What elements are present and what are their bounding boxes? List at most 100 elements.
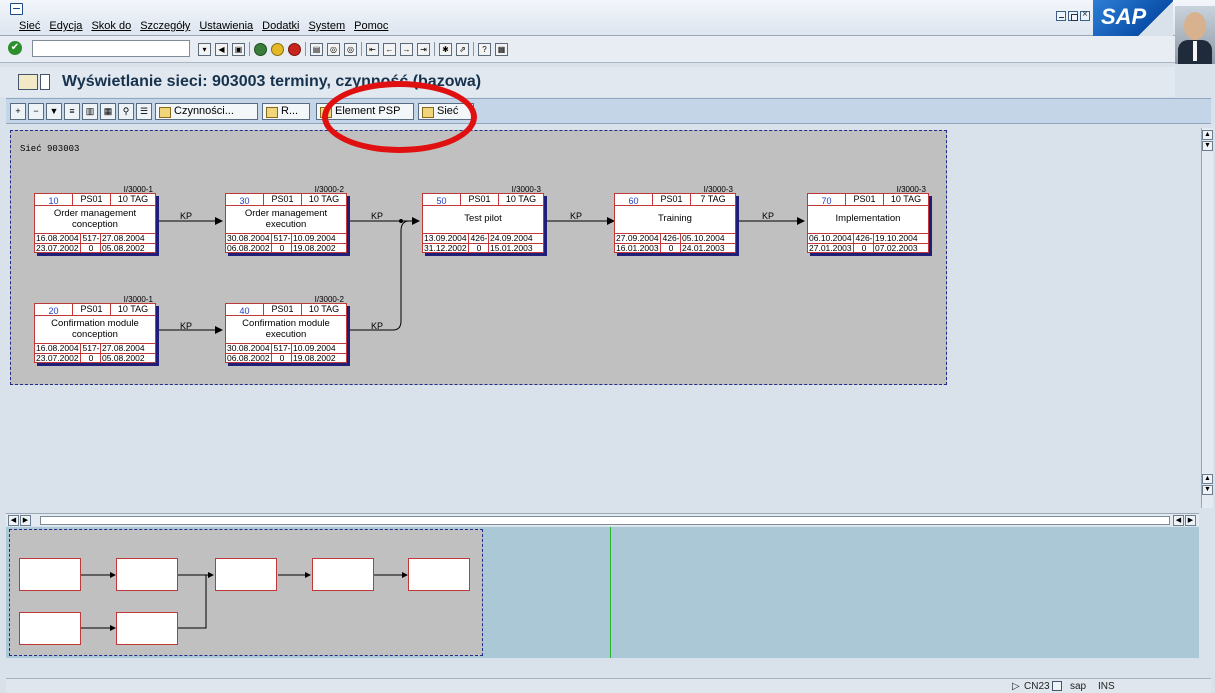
node-plant: PS01 — [846, 194, 884, 205]
horizontal-scrollbar[interactable]: ◀ ▶ ◀ ▶ — [6, 513, 1199, 526]
toolbar-separator — [434, 42, 435, 56]
activity-node[interactable]: I/3000-3 50 PS01 10 TAG Test pilot 13.09.2… — [422, 185, 544, 253]
node-date-row: 16.01.2003 0 24.01.2003 — [615, 243, 735, 253]
cancel-icon[interactable] — [288, 42, 301, 56]
window-controls — [1056, 9, 1090, 21]
link-label: KP — [371, 321, 384, 331]
back-arrow-icon[interactable]: ◀ — [215, 42, 228, 56]
first-page-icon[interactable]: ⇤ — [366, 42, 379, 56]
overview-node[interactable] — [19, 558, 81, 591]
scroll-down-icon[interactable]: ▼ — [1202, 141, 1213, 151]
activity-node[interactable]: I/3000-2 40 PS01 10 TAG Confirmation modul… — [225, 295, 347, 363]
avatar-face — [1184, 12, 1206, 40]
create-session-icon[interactable]: ✱ — [439, 42, 452, 56]
minimize-icon[interactable] — [1056, 11, 1066, 21]
next-page-icon[interactable]: → — [400, 42, 413, 56]
assign-icon[interactable]: ⚲ — [118, 103, 134, 120]
layout-icon[interactable]: ▦ — [495, 42, 508, 56]
menu-item-siec[interactable]: Sieć — [19, 20, 40, 32]
overview-icon[interactable]: ▥ — [82, 103, 98, 120]
command-field[interactable] — [32, 40, 190, 57]
overview-node[interactable] — [19, 612, 81, 645]
save-icon[interactable]: ▣ — [232, 42, 245, 56]
close-icon[interactable] — [1080, 9, 1090, 21]
node-date: 10.09.2004 — [293, 343, 336, 353]
filter-icon[interactable]: ▼ — [46, 103, 62, 120]
legend-icon[interactable]: ≡ — [64, 103, 80, 120]
menu-item-szczegoly[interactable]: Szczegóły — [140, 20, 190, 32]
activity-node[interactable]: I/3000-3 60 PS01 7 TAG Training 27.09.2004… — [614, 185, 736, 253]
zoom-out-icon[interactable]: − — [28, 103, 44, 120]
scroll-up-icon[interactable]: ▲ — [1202, 130, 1213, 140]
menu-bar: Sieć Edycja Skok do Szczegóły Ustawienia… — [0, 0, 1215, 36]
scroll-right-icon[interactable]: ▶ — [20, 515, 31, 526]
network-overview-pane[interactable] — [6, 527, 1199, 658]
menu-item-pomoc[interactable]: Pomoc — [354, 20, 388, 32]
command-dropdown-icon[interactable]: ▾ — [198, 42, 211, 56]
toolbar-separator — [473, 42, 474, 56]
sap-logo: SAP — [1093, 0, 1173, 36]
activities-button[interactable]: Czynności... — [155, 103, 258, 120]
status-expand-icon[interactable]: ▷ — [1012, 681, 1020, 692]
menu-item-system[interactable]: System — [308, 20, 345, 32]
exit-icon[interactable] — [271, 42, 284, 56]
overview-node[interactable] — [312, 558, 374, 591]
maximize-icon[interactable] — [1068, 11, 1078, 21]
find-icon[interactable]: ◎ — [327, 42, 340, 56]
scroll-track[interactable] — [40, 516, 1170, 525]
scroll-left-icon[interactable]: ◀ — [8, 515, 19, 526]
vertical-scrollbar[interactable]: ▲ ▼ ▲ ▼ — [1201, 128, 1213, 508]
r-button[interactable]: R... — [262, 103, 310, 120]
main-menu: Sieć Edycja Skok do Szczegóły Ustawienia… — [19, 20, 397, 32]
menu-item-edycja[interactable]: Edycja — [49, 20, 82, 32]
overview-node[interactable] — [215, 558, 277, 591]
document-icon[interactable] — [40, 74, 50, 90]
node-id: 50 — [423, 194, 461, 206]
node-date: 05.08.2002 — [102, 353, 145, 363]
grid-icon[interactable]: ▦ — [100, 103, 116, 120]
previous-page-icon[interactable]: ← — [383, 42, 396, 56]
wbs-element-button[interactable]: Element PSP — [316, 103, 414, 120]
network-graphic-canvas[interactable]: Sieć 903003 KP KP KP KP KP KP I/3000-1 1… — [6, 126, 1199, 512]
user-avatar — [1175, 6, 1215, 64]
page-title: Wyświetlanie sieci: 903003 terminy, czyn… — [62, 73, 482, 90]
scroll-up-icon[interactable]: ▲ — [1202, 474, 1213, 484]
activity-node[interactable]: I/3000-3 70 PS01 10 TAG Implementation 06.… — [807, 185, 929, 253]
menu-item-skok-do[interactable]: Skok do — [91, 20, 131, 32]
node-date: 27.08.2004 — [102, 343, 145, 353]
status-server-icon[interactable] — [1052, 681, 1062, 691]
scroll-right-icon[interactable]: ▶ — [1185, 515, 1196, 526]
node-date-row: 27.01.2003 0 07.02.2003 — [808, 243, 928, 253]
shortcut-icon[interactable]: ⇗ — [456, 42, 469, 56]
activity-node[interactable]: I/3000-1 10 PS01 10 TAG Order management co… — [34, 185, 156, 253]
overview-node[interactable] — [116, 612, 178, 645]
last-page-icon[interactable]: ⇥ — [417, 42, 430, 56]
overview-node[interactable] — [408, 558, 470, 591]
activity-node[interactable]: I/3000-2 30 PS01 10 TAG Order management ex… — [225, 185, 347, 253]
network-button[interactable]: Sieć — [418, 103, 474, 120]
node-date: 19.08.2002 — [293, 353, 336, 363]
node-work-center: I/3000-3 — [896, 185, 926, 194]
node-name-line: Confirmation module — [51, 318, 139, 329]
scroll-down-icon[interactable]: ▼ — [1202, 485, 1213, 495]
print-icon[interactable]: ▤ — [310, 42, 323, 56]
link-label: KP — [180, 211, 193, 221]
scroll-left-icon[interactable]: ◀ — [1173, 515, 1184, 526]
network-graphic-icon[interactable] — [18, 74, 38, 90]
back-icon[interactable] — [254, 42, 267, 56]
enter-check-icon[interactable]: ✔ — [8, 41, 22, 55]
menu-item-ustawienia[interactable]: Ustawienia — [199, 20, 253, 32]
toolbar-separator — [249, 42, 250, 56]
window-menu-icon[interactable] — [10, 3, 23, 15]
node-date: 16.08.2004 — [35, 344, 81, 353]
node-name-line: conception — [72, 219, 118, 230]
overview-node[interactable] — [116, 558, 178, 591]
node-float: 517- — [273, 233, 292, 243]
menu-item-dodatki[interactable]: Dodatki — [262, 20, 299, 32]
list-icon[interactable]: ☰ — [136, 103, 152, 120]
zoom-in-icon[interactable]: + — [10, 103, 26, 120]
help-icon[interactable]: ? — [478, 42, 491, 56]
title-bar: Wyświetlanie sieci: 903003 terminy, czyn… — [0, 67, 1175, 97]
find-next-icon[interactable]: ◎ — [344, 42, 357, 56]
activity-node[interactable]: I/3000-1 20 PS01 10 TAG Confirmation modul… — [34, 295, 156, 363]
